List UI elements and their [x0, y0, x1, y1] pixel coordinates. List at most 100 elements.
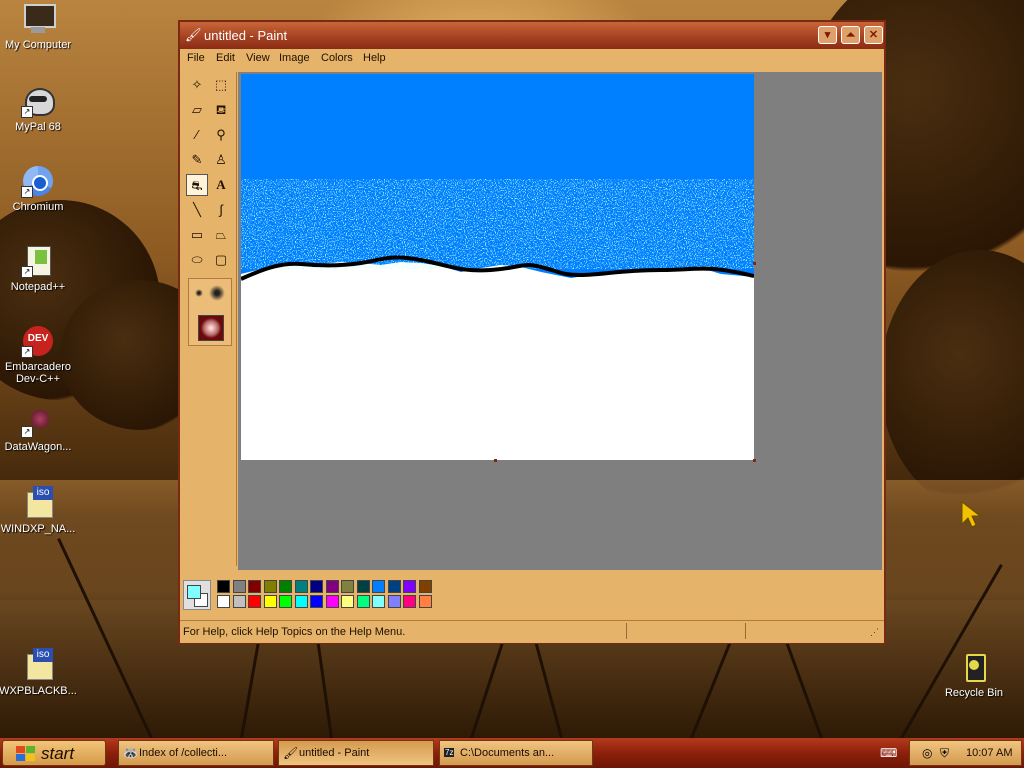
rounded-rect-tool[interactable]: ▢	[210, 249, 232, 271]
tray-network-icon[interactable]: ◎	[922, 746, 932, 760]
canvas-resize-handle[interactable]	[753, 262, 756, 265]
palette-swatch[interactable]	[325, 595, 339, 608]
palette-swatch[interactable]	[232, 595, 246, 608]
menu-file[interactable]: File	[187, 52, 205, 64]
task-label: Index of /collecti...	[139, 747, 228, 759]
foreground-color-swatch[interactable]	[187, 585, 201, 599]
keyboard-icon[interactable]: ⌨	[880, 746, 897, 760]
desktop-icon-devcpp[interactable]: DEV ↗ Embarcadero Dev-C++	[0, 324, 78, 385]
menu-image[interactable]: Image	[279, 52, 310, 64]
menu-help[interactable]: Help	[363, 52, 386, 64]
palette-swatch[interactable]	[248, 580, 261, 593]
reed	[470, 642, 504, 738]
palette-swatch[interactable]	[403, 580, 416, 593]
desktop-icon-chromium[interactable]: ↗ Chromium	[0, 164, 78, 213]
palette-swatch[interactable]	[356, 595, 370, 608]
brush-tool[interactable]: ♙	[210, 149, 232, 171]
taskbar: start 🦝 Index of /collecti... 🖌 untitled…	[0, 738, 1024, 768]
desktop-icon-recycle-bin[interactable]: Recycle Bin	[934, 650, 1014, 699]
pick-color-tool[interactable]: ⁄	[186, 124, 208, 146]
menu-edit[interactable]: Edit	[216, 52, 235, 64]
canvas-resize-handle[interactable]	[494, 459, 497, 462]
recycle-bin-icon	[957, 650, 991, 684]
palette-swatch[interactable]	[217, 595, 230, 608]
palette-swatch[interactable]	[217, 580, 230, 593]
restore-button[interactable]: ⏶	[841, 26, 860, 44]
toolbox: ✧ ⬚ ▱ ⛾ ⁄ ⚲ ✎ ♙ ⛐ A ╲ ∫ ▭ ⏢ ⬭ ▢	[184, 72, 237, 566]
palette-swatch[interactable]	[387, 595, 401, 608]
palette-swatch[interactable]	[279, 580, 292, 593]
palette-swatch[interactable]	[418, 595, 432, 608]
resize-grip-icon[interactable]: ⋰	[870, 627, 879, 638]
airbrush-size-small[interactable]	[195, 289, 203, 297]
desktop-icon-mypal[interactable]: ↗ MyPal 68	[0, 84, 78, 133]
ellipse-tool[interactable]: ⬭	[186, 249, 208, 271]
rect-select-tool[interactable]: ⬚	[210, 74, 232, 96]
desktop-icon-label: WXPBLACKB...	[0, 685, 77, 697]
palette-swatch[interactable]	[372, 580, 385, 593]
eraser-tool[interactable]: ▱	[186, 99, 208, 121]
notepadpp-icon: ↗	[21, 244, 55, 278]
canvas-resize-handle[interactable]	[753, 459, 756, 462]
curve-tool[interactable]: ∫	[210, 199, 232, 221]
palette-swatch[interactable]	[341, 595, 354, 608]
palette-swatch[interactable]	[356, 580, 370, 593]
tray-security-icon[interactable]: ⛨	[940, 746, 949, 761]
datawagon-icon: ↗	[21, 404, 55, 438]
free-form-select-tool[interactable]: ✧	[186, 74, 208, 96]
rectangle-tool[interactable]: ▭	[186, 224, 208, 246]
canvas-scroll-area[interactable]	[238, 72, 882, 570]
palette-swatch[interactable]	[248, 595, 261, 608]
palette-swatch[interactable]	[387, 580, 401, 593]
palette-swatch[interactable]	[263, 595, 277, 608]
magnifier-tool[interactable]: ⚲	[210, 124, 232, 146]
paint-window[interactable]: 🖌 untitled - Paint ▾ ⏶ ✕ File Edit View …	[178, 20, 886, 644]
desktop-icon-label: MyPal 68	[15, 121, 61, 133]
statusbar: For Help, click Help Topics on the Help …	[180, 620, 884, 643]
palette-swatch[interactable]	[310, 580, 323, 593]
polygon-tool[interactable]: ⏢	[210, 224, 232, 246]
task-label: C:\Documents an...	[460, 747, 555, 759]
desktop-icon-windxp-iso[interactable]: iso WINDXP_NA...	[0, 486, 78, 535]
iso-file-icon: iso	[21, 648, 55, 682]
pencil-tool[interactable]: ✎	[186, 149, 208, 171]
palette-swatch[interactable]	[232, 580, 246, 593]
palette-swatch[interactable]	[325, 580, 339, 593]
palette-swatch[interactable]	[341, 580, 354, 593]
palette-swatch[interactable]	[418, 580, 432, 593]
minimize-button[interactable]: ▾	[818, 26, 837, 44]
start-label: start	[41, 744, 75, 763]
desktop-icon-wxpblack-iso[interactable]: iso WXPBLACKB...	[0, 648, 78, 697]
close-button[interactable]: ✕	[864, 26, 883, 44]
task-browser[interactable]: 🦝 Index of /collecti...	[118, 740, 274, 766]
airbrush-size-medium[interactable]	[209, 285, 225, 301]
palette-swatch[interactable]	[279, 595, 292, 608]
palette-swatch[interactable]	[294, 580, 308, 593]
window-title: untitled - Paint	[204, 28, 288, 43]
palette-swatch[interactable]	[310, 595, 323, 608]
airbrush-size-large-selected[interactable]	[198, 315, 224, 341]
drawing-canvas[interactable]	[241, 74, 754, 460]
desktop-icon-label: Notepad++	[10, 281, 66, 293]
palette-swatch[interactable]	[294, 595, 308, 608]
reed	[531, 631, 563, 738]
desktop-icon-my-computer[interactable]: My Computer	[0, 2, 78, 51]
text-tool[interactable]: A	[210, 174, 232, 196]
desktop-icon-label: Recycle Bin	[944, 687, 1004, 699]
iso-file-icon: iso	[21, 486, 55, 520]
menu-view[interactable]: View	[246, 52, 270, 64]
desktop-icon-notepadpp[interactable]: ↗ Notepad++	[0, 244, 78, 293]
palette-swatch[interactable]	[263, 580, 277, 593]
task-7zip[interactable]: 7z C:\Documents an...	[439, 740, 593, 766]
clock[interactable]: 10:07 AM	[966, 747, 1012, 759]
desktop-icon-datawagon[interactable]: ↗ DataWagon...	[0, 404, 78, 453]
window-titlebar[interactable]: 🖌 untitled - Paint ▾ ⏶ ✕	[180, 22, 884, 49]
fill-tool[interactable]: ⛾	[210, 99, 232, 121]
palette-swatch[interactable]	[372, 595, 385, 608]
airbrush-tool[interactable]: ⛐	[186, 174, 208, 196]
start-button[interactable]: start	[2, 740, 106, 766]
task-paint[interactable]: 🖌 untitled - Paint	[278, 740, 434, 766]
menu-colors[interactable]: Colors	[321, 52, 353, 64]
palette-swatch[interactable]	[403, 595, 416, 608]
line-tool[interactable]: ╲	[186, 199, 208, 221]
